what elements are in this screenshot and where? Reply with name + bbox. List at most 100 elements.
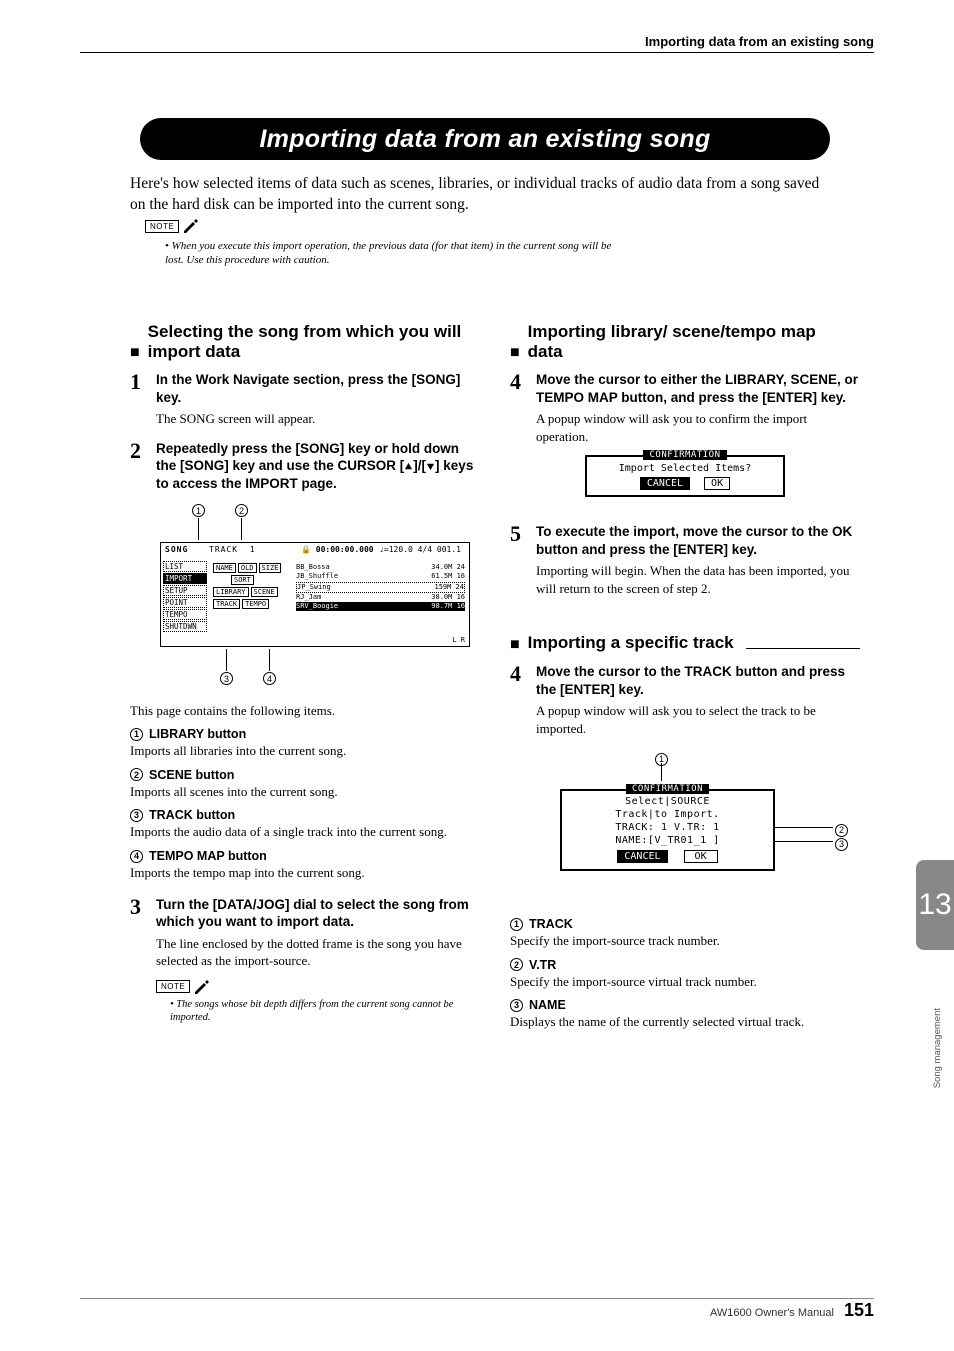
item-num-2: 2 [130, 768, 143, 781]
lock-icon: 🔒 00:00:00.000 [301, 545, 374, 554]
confirm2-with-leaders: 1 CONFIRMATION Select|SOURCE Track|to Im… [510, 749, 860, 889]
callout-4: 4 [263, 672, 276, 685]
step-3: 3 Turn the [DATA/JOG] dial to select the… [130, 896, 480, 970]
shot-tab-tempo: TEMPO [163, 609, 207, 620]
item-body-tempo: Imports the tempo map into the current s… [130, 864, 480, 882]
step-4b-bold: Move the cursor to the TRACK button and … [536, 663, 860, 698]
step-4b: 4 Move the cursor to the TRACK button an… [510, 663, 860, 737]
item-library: 1LIBRARY button Imports all libraries in… [130, 727, 480, 760]
item-track: 3 TRACK button Imports the audio data of … [130, 808, 480, 841]
item-head-track: TRACK button [149, 808, 235, 822]
shot-btn-scene: SCENE [251, 587, 278, 597]
subhead-importing-library: ■ Importing library/ scene/tempo map dat… [510, 322, 860, 361]
step-number: 5 [510, 523, 528, 597]
shot-tab-list: LIST [163, 561, 207, 572]
item-body-library: Imports all libraries into the current s… [130, 742, 480, 760]
screenshot-area: 1 2 SONG TRACK 1 ♩=120.0 4/4 001.1 🔒 00:… [160, 504, 470, 685]
step-2-bold: Repeatedly press the [SONG] key or hold … [156, 440, 480, 493]
shot-tab-setup: SETUP [163, 585, 207, 596]
confirm2-line2: Track|to Import. [564, 809, 771, 820]
ok-button[interactable]: OK [684, 850, 718, 863]
subhead-text: Importing a specific track [528, 633, 734, 653]
song-screen-screenshot: SONG TRACK 1 ♩=120.0 4/4 001.1 🔒 00:00:0… [160, 542, 470, 647]
footer: AW1600 Owner's Manual 151 [80, 1300, 874, 1321]
callout-1: 1 [192, 504, 205, 517]
confirm2-header: CONFIRMATION [626, 784, 709, 794]
step-5: 5 To execute the import, move the cursor… [510, 523, 860, 597]
note-text: • When you execute this import operation… [165, 239, 625, 268]
item-num-4: 4 [130, 850, 143, 863]
item-body-scene: Imports all scenes into the current song… [130, 783, 480, 801]
callout-3: 3 [220, 672, 233, 685]
footer-page-number: 151 [844, 1300, 874, 1321]
step-4b-body: A popup window will ask you to select th… [536, 702, 860, 737]
after-shot-text: This page contains the following items. [130, 703, 480, 719]
note-text-2: • The songs whose bit depth differs from… [170, 998, 460, 1025]
step-number: 4 [510, 663, 528, 737]
step-1: 1 In the Work Navigate section, press th… [130, 371, 480, 428]
shot-side-tabs: LIST IMPORT SETUP POINT TEMPO SHUTDWN [163, 561, 207, 633]
item2-head-vtr: V.TR [529, 958, 556, 972]
shot-tempo: ♩=120.0 4/4 001.1 [379, 545, 461, 554]
square-bullet-icon: ■ [510, 637, 520, 653]
item2-num-3: 3 [510, 999, 523, 1012]
step-number: 3 [130, 896, 148, 970]
item2-num-1: 1 [510, 918, 523, 931]
square-bullet-icon: ■ [130, 345, 140, 361]
ok-button[interactable]: OK [704, 477, 730, 490]
shot-btn-track: TRACK [213, 599, 240, 609]
shot-lr-meter: L R [452, 636, 465, 644]
step-4: 4 Move the cursor to either the LIBRARY,… [510, 371, 860, 445]
shot-song-list: BB_Bossa34.0M 24 JB_Shuffle61.5M 16 JP_S… [296, 563, 465, 610]
right-column: ■ Importing library/ scene/tempo map dat… [510, 322, 860, 1031]
step-3-bold: Turn the [DATA/JOG] dial to select the s… [156, 896, 480, 931]
cursor-up-icon [404, 458, 413, 473]
chapter-caption-wrap: Song management [926, 958, 948, 1088]
subhead-text: Selecting the song from which you will i… [148, 322, 468, 361]
footer-rule [80, 1298, 874, 1299]
shot-btn-library: LIBRARY [213, 587, 249, 597]
running-header: Importing data from an existing song [645, 34, 874, 49]
step-number: 4 [510, 371, 528, 445]
note-badge: NOTE [156, 980, 190, 993]
item2-body-track: Specify the import-source track number. [510, 932, 860, 950]
shot-tab-shutdown: SHUTDWN [163, 621, 207, 632]
confirm-header: CONFIRMATION [643, 450, 726, 460]
footer-manual-name: AW1600 Owner's Manual [710, 1307, 834, 1319]
item-tempo: 4 TEMPO MAP button Imports the tempo map … [130, 849, 480, 882]
subhead-rule [746, 648, 860, 649]
left-column: ■ Selecting the song from which you will… [130, 322, 480, 1025]
item-head-tempo: TEMPO MAP button [149, 849, 267, 863]
step-number: 2 [130, 440, 148, 493]
header-rule [80, 52, 874, 53]
step-1-bold: In the Work Navigate section, press the … [156, 371, 480, 406]
subhead-text: Importing library/ scene/tempo map data [528, 322, 848, 361]
cancel-button[interactable]: CANCEL [640, 477, 690, 490]
confirm-message: Import Selected Items? [589, 463, 781, 474]
square-bullet-icon: ■ [510, 345, 520, 361]
shot-btn-name: NAME [213, 563, 236, 573]
item-body-track: Imports the audio data of a single track… [130, 823, 480, 841]
pencil-icon [183, 219, 199, 233]
step-3-body: The line enclosed by the dotted frame is… [156, 935, 480, 970]
item-num-1: 1 [130, 728, 143, 741]
item-scene: 2 SCENE button Imports all scenes into th… [130, 768, 480, 801]
step-5-body: Importing will begin. When the data has … [536, 562, 860, 597]
item2-head-name: NAME [529, 998, 566, 1012]
step-4-body: A popup window will ask you to confirm t… [536, 410, 860, 445]
section-title: Importing data from an existing song [259, 125, 710, 154]
item-num-3: 3 [130, 809, 143, 822]
shot-btn-tempo: TEMPO [242, 599, 269, 609]
cursor-down-icon [426, 458, 435, 473]
item2-body-name: Displays the name of the currently selec… [510, 1013, 860, 1031]
chapter-number: 13 [918, 888, 951, 922]
cancel-button[interactable]: CANCEL [617, 850, 667, 863]
shot-btn-old: OLD [238, 563, 257, 573]
step-1-body: The SONG screen will appear. [156, 410, 480, 428]
item-head-scene: SCENE button [149, 768, 234, 782]
item2-body-vtr: Specify the import-source virtual track … [510, 973, 860, 991]
callout-c3: 3 [835, 838, 848, 851]
subhead-importing-specific-track: ■ Importing a specific track [510, 633, 860, 653]
confirm2-line3: TRACK: 1 V.TR: 1 [564, 822, 771, 833]
note-badge-row-2: NOTE [156, 980, 480, 994]
